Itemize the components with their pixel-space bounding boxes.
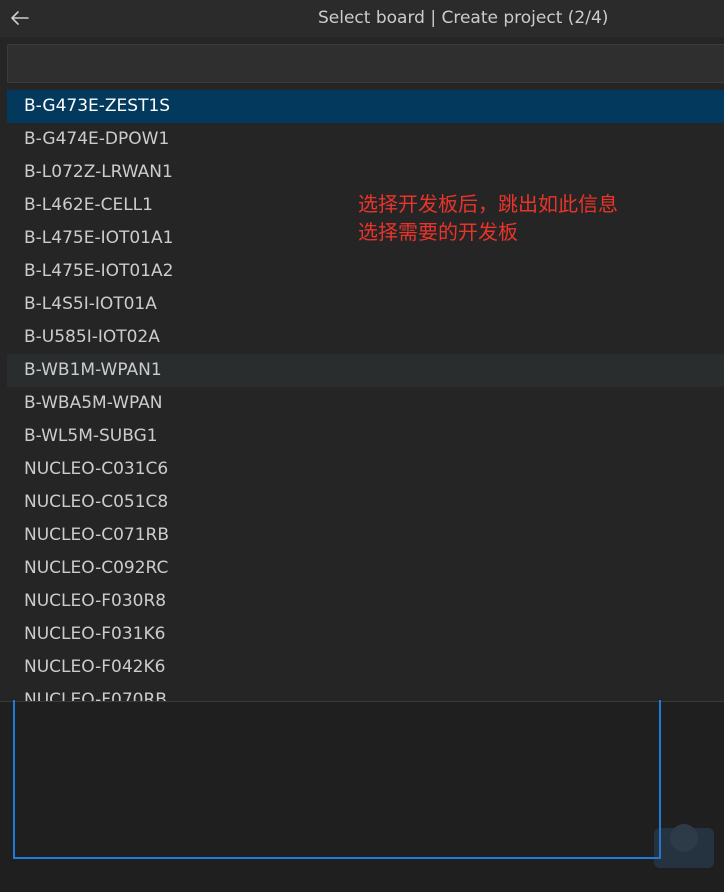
- quick-pick-title-bar: Select board | Create project (2/4): [0, 0, 724, 37]
- board-item[interactable]: B-U585I-IOT02A: [7, 321, 724, 354]
- quick-pick-title: Select board | Create project (2/4): [318, 8, 609, 28]
- board-item[interactable]: NUCLEO-F070RB: [7, 684, 724, 701]
- quick-pick-panel: Select board | Create project (2/4) B-G4…: [0, 0, 724, 702]
- arrow-left-icon: [10, 10, 30, 26]
- board-item[interactable]: NUCLEO-C092RC: [7, 552, 724, 585]
- board-item[interactable]: B-L072Z-LRWAN1: [7, 156, 724, 189]
- board-item[interactable]: NUCLEO-F030R8: [7, 585, 724, 618]
- board-item[interactable]: B-L475E-IOT01A2: [7, 255, 724, 288]
- board-item[interactable]: B-WB1M-WPAN1: [7, 354, 724, 387]
- board-list: B-G473E-ZEST1S B-G474E-DPOW1 B-L072Z-LRWAN…: [7, 90, 724, 701]
- board-filter-input[interactable]: [7, 44, 724, 83]
- back-button[interactable]: [8, 6, 32, 30]
- watermark-logo: [654, 824, 714, 868]
- board-item[interactable]: NUCLEO-C071RB: [7, 519, 724, 552]
- board-item[interactable]: NUCLEO-C051C8: [7, 486, 724, 519]
- board-item[interactable]: B-WL5M-SUBG1: [7, 420, 724, 453]
- board-item[interactable]: NUCLEO-F042K6: [7, 651, 724, 684]
- board-item[interactable]: B-G474E-DPOW1: [7, 123, 724, 156]
- board-item[interactable]: B-G473E-ZEST1S: [7, 90, 724, 123]
- annotation-line-2: 选择需要的开发板: [358, 220, 518, 244]
- window: Select board | Create project (2/4) B-G4…: [0, 0, 724, 892]
- annotation-line-1: 选择开发板后，跳出如此信息: [358, 192, 618, 216]
- project-frame: [13, 700, 661, 859]
- annotation-note: 选择开发板后，跳出如此信息 选择需要的开发板: [358, 190, 618, 246]
- board-item[interactable]: B-L4S5I-IOT01A: [7, 288, 724, 321]
- board-item[interactable]: NUCLEO-F031K6: [7, 618, 724, 651]
- board-item[interactable]: NUCLEO-C031C6: [7, 453, 724, 486]
- board-item[interactable]: B-WBA5M-WPAN: [7, 387, 724, 420]
